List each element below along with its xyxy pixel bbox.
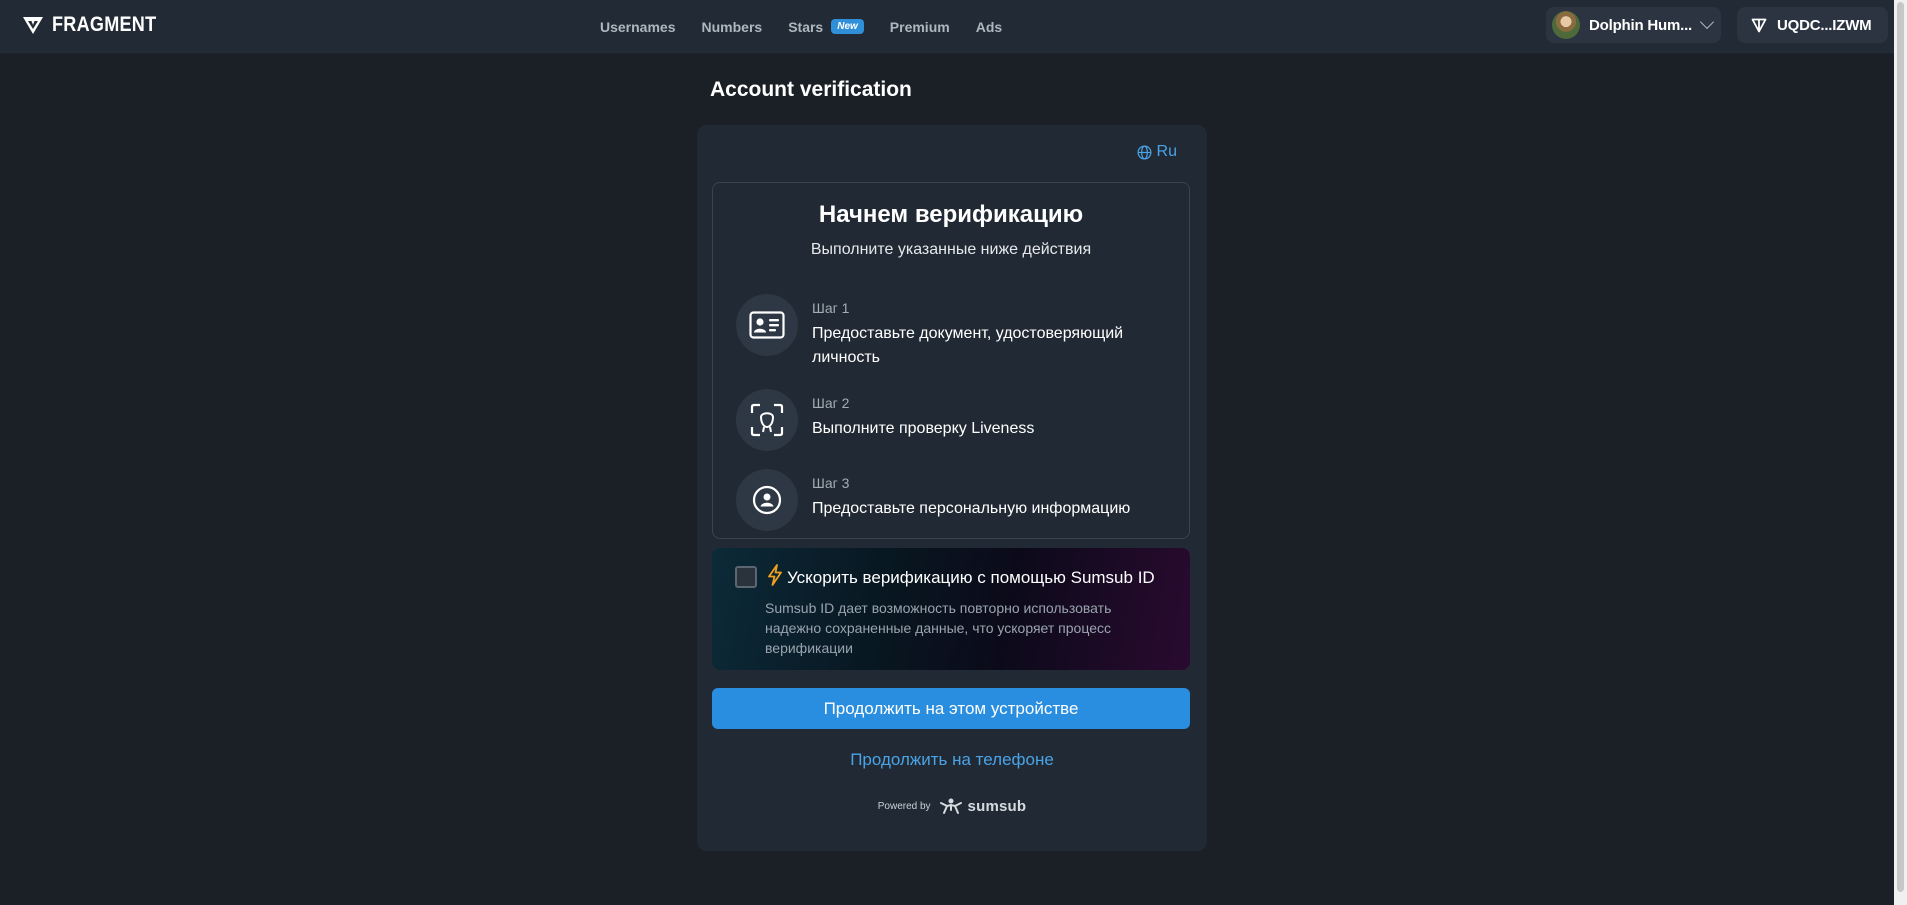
step-item-3: Шаг 3 Предоставьте персональную информац… [736, 469, 1172, 531]
lightning-icon [767, 564, 783, 591]
nav-numbers-label: Numbers [701, 18, 763, 35]
main-nav: Usernames Numbers Stars New Premium Ads [600, 0, 1002, 53]
continue-on-phone-link[interactable]: Продолжить на телефоне [697, 750, 1207, 770]
page-scrollbar[interactable] [1894, 0, 1907, 905]
step-label-3: Шаг 3 [812, 475, 850, 491]
step-text-3: Предоставьте персональную информацию [812, 500, 1131, 517]
sumsub-brand: sumsub [967, 797, 1027, 815]
id-card-icon [736, 294, 798, 356]
sumsub-id-checkbox[interactable] [735, 566, 757, 588]
nav-premium[interactable]: Premium [890, 19, 950, 35]
continue-on-device-button[interactable]: Продолжить на этом устройстве [712, 688, 1190, 729]
sumsub-logo: sumsub [939, 797, 1027, 815]
person-circle-icon [736, 469, 798, 531]
fragment-logo[interactable]: FRAGMENT [22, 13, 173, 37]
nav-premium-label: Premium [889, 18, 950, 35]
page-title: Account verification [710, 78, 912, 101]
verification-card: Ru Начнем верификацию Выполните указанны… [697, 125, 1207, 851]
steps-panel: Начнем верификацию Выполните указанные н… [712, 182, 1190, 539]
language-selector[interactable]: Ru [1137, 143, 1177, 161]
fragment-logo-icon [22, 15, 44, 35]
verification-heading: Начнем верификацию [818, 201, 1084, 228]
ton-icon [1751, 17, 1767, 33]
step-text-1: Предоставьте документ, удостоверяющий ли… [812, 325, 1124, 366]
step-label-2: Шаг 2 [812, 395, 850, 411]
top-header: FRAGMENT Usernames Numbers Stars New Pre… [0, 0, 1894, 54]
step-text-2: Выполните проверку Liveness [812, 420, 1035, 437]
language-label: Ru [1156, 143, 1177, 160]
step-item-1: Шаг 1 Предоставьте документ, удостоверяю… [736, 294, 1172, 370]
nav-numbers[interactable]: Numbers [702, 19, 763, 35]
nav-stars[interactable]: Stars New [788, 19, 864, 35]
verification-subheading: Выполните указанные ниже действия [810, 241, 1092, 258]
chevron-down-icon [1699, 14, 1715, 30]
step-item-2: Шаг 2 Выполните проверку Liveness [736, 389, 1172, 451]
powered-by: Powered by sumsub [697, 797, 1207, 815]
logo-text: FRAGMENT [52, 13, 157, 36]
sumsub-logo-icon [939, 798, 962, 814]
nav-ads[interactable]: Ads [976, 19, 1002, 35]
nav-ads-label: Ads [975, 18, 1003, 35]
user-menu-button[interactable]: Dolphin Hum... [1546, 7, 1721, 43]
globe-icon [1137, 145, 1152, 160]
sumsub-id-title: Ускорить верификацию с помощью Sumsub ID [767, 564, 1155, 591]
step-label-1: Шаг 1 [812, 300, 850, 316]
sumsub-id-description: Sumsub ID дает возможность повторно испо… [765, 600, 1112, 656]
sumsub-id-box: Ускорить верификацию с помощью Sumsub ID… [712, 548, 1190, 670]
nav-usernames-label: Usernames [600, 18, 676, 35]
new-badge: New [831, 19, 864, 34]
sumsub-id-title-text: Ускорить верификацию с помощью Sumsub ID [787, 567, 1155, 587]
scrollbar-thumb[interactable] [1897, 2, 1904, 892]
wallet-address: UQDC...IZWM [1777, 16, 1872, 34]
face-scan-icon [736, 389, 798, 451]
avatar [1552, 11, 1580, 39]
user-name: Dolphin Hum... [1589, 16, 1693, 34]
powered-by-label: Powered by [877, 800, 931, 812]
nav-stars-label: Stars [788, 18, 824, 35]
wallet-button[interactable]: UQDC...IZWM [1737, 7, 1888, 43]
nav-usernames[interactable]: Usernames [600, 19, 676, 35]
